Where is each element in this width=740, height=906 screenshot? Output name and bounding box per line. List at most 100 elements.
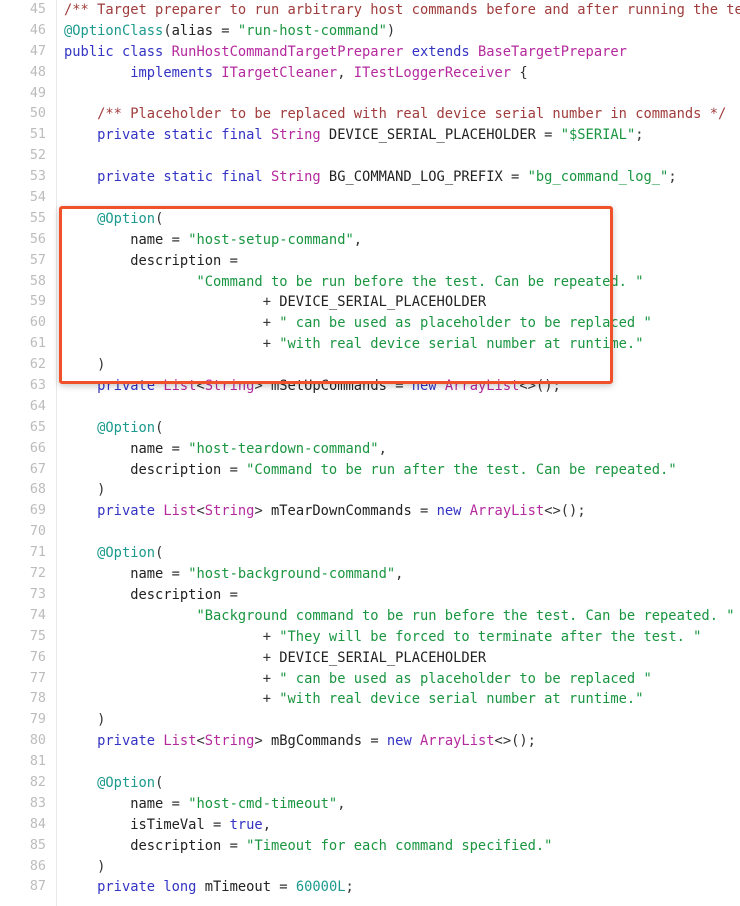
code-line-content[interactable]: /** Target preparer to run arbitrary hos… [46,0,740,21]
code-line-content[interactable]: name = "host-setup-command", [46,230,362,251]
token-string: "host-background-command" [188,566,396,583]
code-line[interactable]: 55 @Option( [0,209,740,230]
code-line[interactable]: 72 name = "host-background-command", [0,564,740,585]
code-line-content[interactable]: ) [46,710,105,731]
code-line-content[interactable] [46,146,72,167]
code-line[interactable]: 49 [0,84,740,105]
code-line-content[interactable]: ) [46,355,105,376]
code-line-content[interactable]: + " can be used as placeholder to be rep… [46,669,652,690]
code-line[interactable]: 57 description = [0,251,740,272]
code-line-content[interactable]: "Command to be run before the test. Can … [46,272,643,293]
code-line[interactable]: 47 public class RunHostCommandTargetPrepa… [0,42,740,63]
token-punct: > [254,733,271,750]
code-line-content[interactable]: public class RunHostCommandTargetPrepare… [46,42,627,63]
code-line-content[interactable]: description = [46,585,238,606]
code-line[interactable]: 79 ) [0,710,740,731]
code-line[interactable]: 65 @Option( [0,418,740,439]
code-line[interactable]: 51 private static final String DEVICE_SE… [0,125,740,146]
code-line[interactable]: 59 + DEVICE_SERIAL_PLACEHOLDER [0,292,740,313]
code-viewer[interactable]: 45 /** Target preparer to run arbitrary h… [0,0,740,906]
code-line[interactable]: 61 + "with real device serial number at … [0,334,740,355]
code-line-content[interactable]: + "with real device serial number at run… [46,689,644,710]
code-line[interactable]: 56 name = "host-setup-command", [0,230,740,251]
code-line-content[interactable]: /** Placeholder to be replaced with real… [46,104,726,125]
code-line[interactable]: 84 isTimeVal = true, [0,815,740,836]
code-line[interactable]: 50 /** Placeholder to be replaced with r… [0,104,740,125]
code-line-content[interactable]: + "They will be forced to terminate afte… [46,627,702,648]
code-line[interactable]: 73 description = [0,585,740,606]
code-line[interactable]: 64 [0,397,740,418]
code-line-content[interactable]: description = "Command to be run after t… [46,460,676,481]
code-line-content[interactable]: isTimeVal = true, [46,815,271,836]
code-line[interactable]: 86 ) [0,857,740,878]
code-line-content[interactable]: private List<String> mSetUpCommands = ne… [46,376,561,397]
code-line-content[interactable] [46,752,72,773]
code-line[interactable]: 58 "Command to be run before the test. C… [0,272,740,293]
code-line[interactable]: 52 [0,146,740,167]
code-line-content[interactable]: description = "Timeout for each command … [46,836,552,857]
code-line-content[interactable]: private List<String> mBgCommands = new A… [46,731,536,752]
code-line-content[interactable] [46,397,72,418]
code-line[interactable]: 85 description = "Timeout for each comma… [0,836,740,857]
code-line[interactable]: 48 implements ITargetCleaner, ITestLogge… [0,63,740,84]
code-line-content[interactable]: ) [46,480,105,501]
code-line[interactable]: 54 [0,188,740,209]
token-punct: = [229,461,247,478]
code-line-content[interactable] [46,84,72,105]
code-line-content[interactable]: "Background command to be run before the… [46,606,734,627]
token-punct: ( [155,210,164,227]
code-line[interactable]: 69 private List<String> mTearDownCommand… [0,501,740,522]
token-keyword: new [411,378,445,395]
code-line[interactable]: 45 /** Target preparer to run arbitrary h… [0,0,740,21]
code-line[interactable]: 74 "Background command to be run before … [0,606,740,627]
code-line-content[interactable]: @Option( [46,209,163,230]
code-line-content[interactable]: implements ITargetCleaner, ITestLoggerRe… [46,63,527,84]
code-line-content[interactable]: @Option( [46,418,163,439]
code-line-content[interactable] [46,188,72,209]
code-line[interactable]: 71 @Option( [0,543,740,564]
code-line-content[interactable]: private List<String> mTearDownCommands =… [46,501,586,522]
code-line-content[interactable]: name = "host-cmd-timeout", [46,794,345,815]
code-line-content[interactable]: + " can be used as placeholder to be rep… [46,313,652,334]
token-string: "host-teardown-command" [188,440,379,457]
code-line-content[interactable]: + DEVICE_SERIAL_PLACEHOLDER [46,292,487,313]
code-line-content[interactable]: name = "host-teardown-command", [46,439,387,460]
code-line[interactable]: 63 private List<String> mSetUpCommands =… [0,376,740,397]
code-line[interactable]: 46 @OptionClass(alias = "run-host-command… [0,21,740,42]
code-line[interactable]: 78 + "with real device serial number at … [0,689,740,710]
code-line-content[interactable]: description = [46,251,238,272]
line-number: 81 [29,754,46,770]
code-line[interactable]: 70 [0,522,740,543]
code-line[interactable]: 80 private List<String> mBgCommands = ne… [0,731,740,752]
code-line[interactable]: 76 + DEVICE_SERIAL_PLACEHOLDER [0,648,740,669]
code-line-content[interactable]: @OptionClass(alias = "run-host-command") [46,21,395,42]
code-line-content[interactable]: private static final String DEVICE_SERIA… [46,125,643,146]
code-line[interactable]: 83 name = "host-cmd-timeout", [0,794,740,815]
code-line-content[interactable]: + DEVICE_SERIAL_PLACEHOLDER [46,648,487,669]
code-line-content[interactable]: name = "host-background-command", [46,564,403,585]
code-line[interactable]: 75 + "They will be forced to terminate a… [0,627,740,648]
code-line-content[interactable]: + "with real device serial number at run… [46,334,644,355]
code-line[interactable]: 67 description = "Command to be run afte… [0,460,740,481]
code-line-content[interactable]: @Option( [46,773,163,794]
code-line-content[interactable]: private long mTimeout = 60000L; [46,877,354,898]
code-line[interactable]: 60 + " can be used as placeholder to be … [0,313,740,334]
token-string: "run-host-command" [237,22,387,39]
code-line-content[interactable]: private static final String BG_COMMAND_L… [46,167,677,188]
code-line[interactable]: 62 ) [0,355,740,376]
code-line[interactable]: 82 @Option( [0,773,740,794]
code-line[interactable]: 87 private long mTimeout = 60000L; [0,877,740,898]
code-line[interactable]: 81 [0,752,740,773]
code-line-content[interactable]: @Option( [46,543,163,564]
token-punct: > [254,378,271,395]
code-line[interactable]: 77 + " can be used as placeholder to be … [0,669,740,690]
code-line[interactable]: 66 name = "host-teardown-command", [0,439,740,460]
token-punct: + [262,670,280,687]
code-lines-container[interactable]: 45 /** Target preparer to run arbitrary h… [0,0,740,898]
code-line-content[interactable] [46,522,72,543]
code-line[interactable]: 68 ) [0,480,740,501]
code-line-content[interactable]: ) [46,857,105,878]
code-line[interactable]: 53 private static final String BG_COMMAN… [0,167,740,188]
